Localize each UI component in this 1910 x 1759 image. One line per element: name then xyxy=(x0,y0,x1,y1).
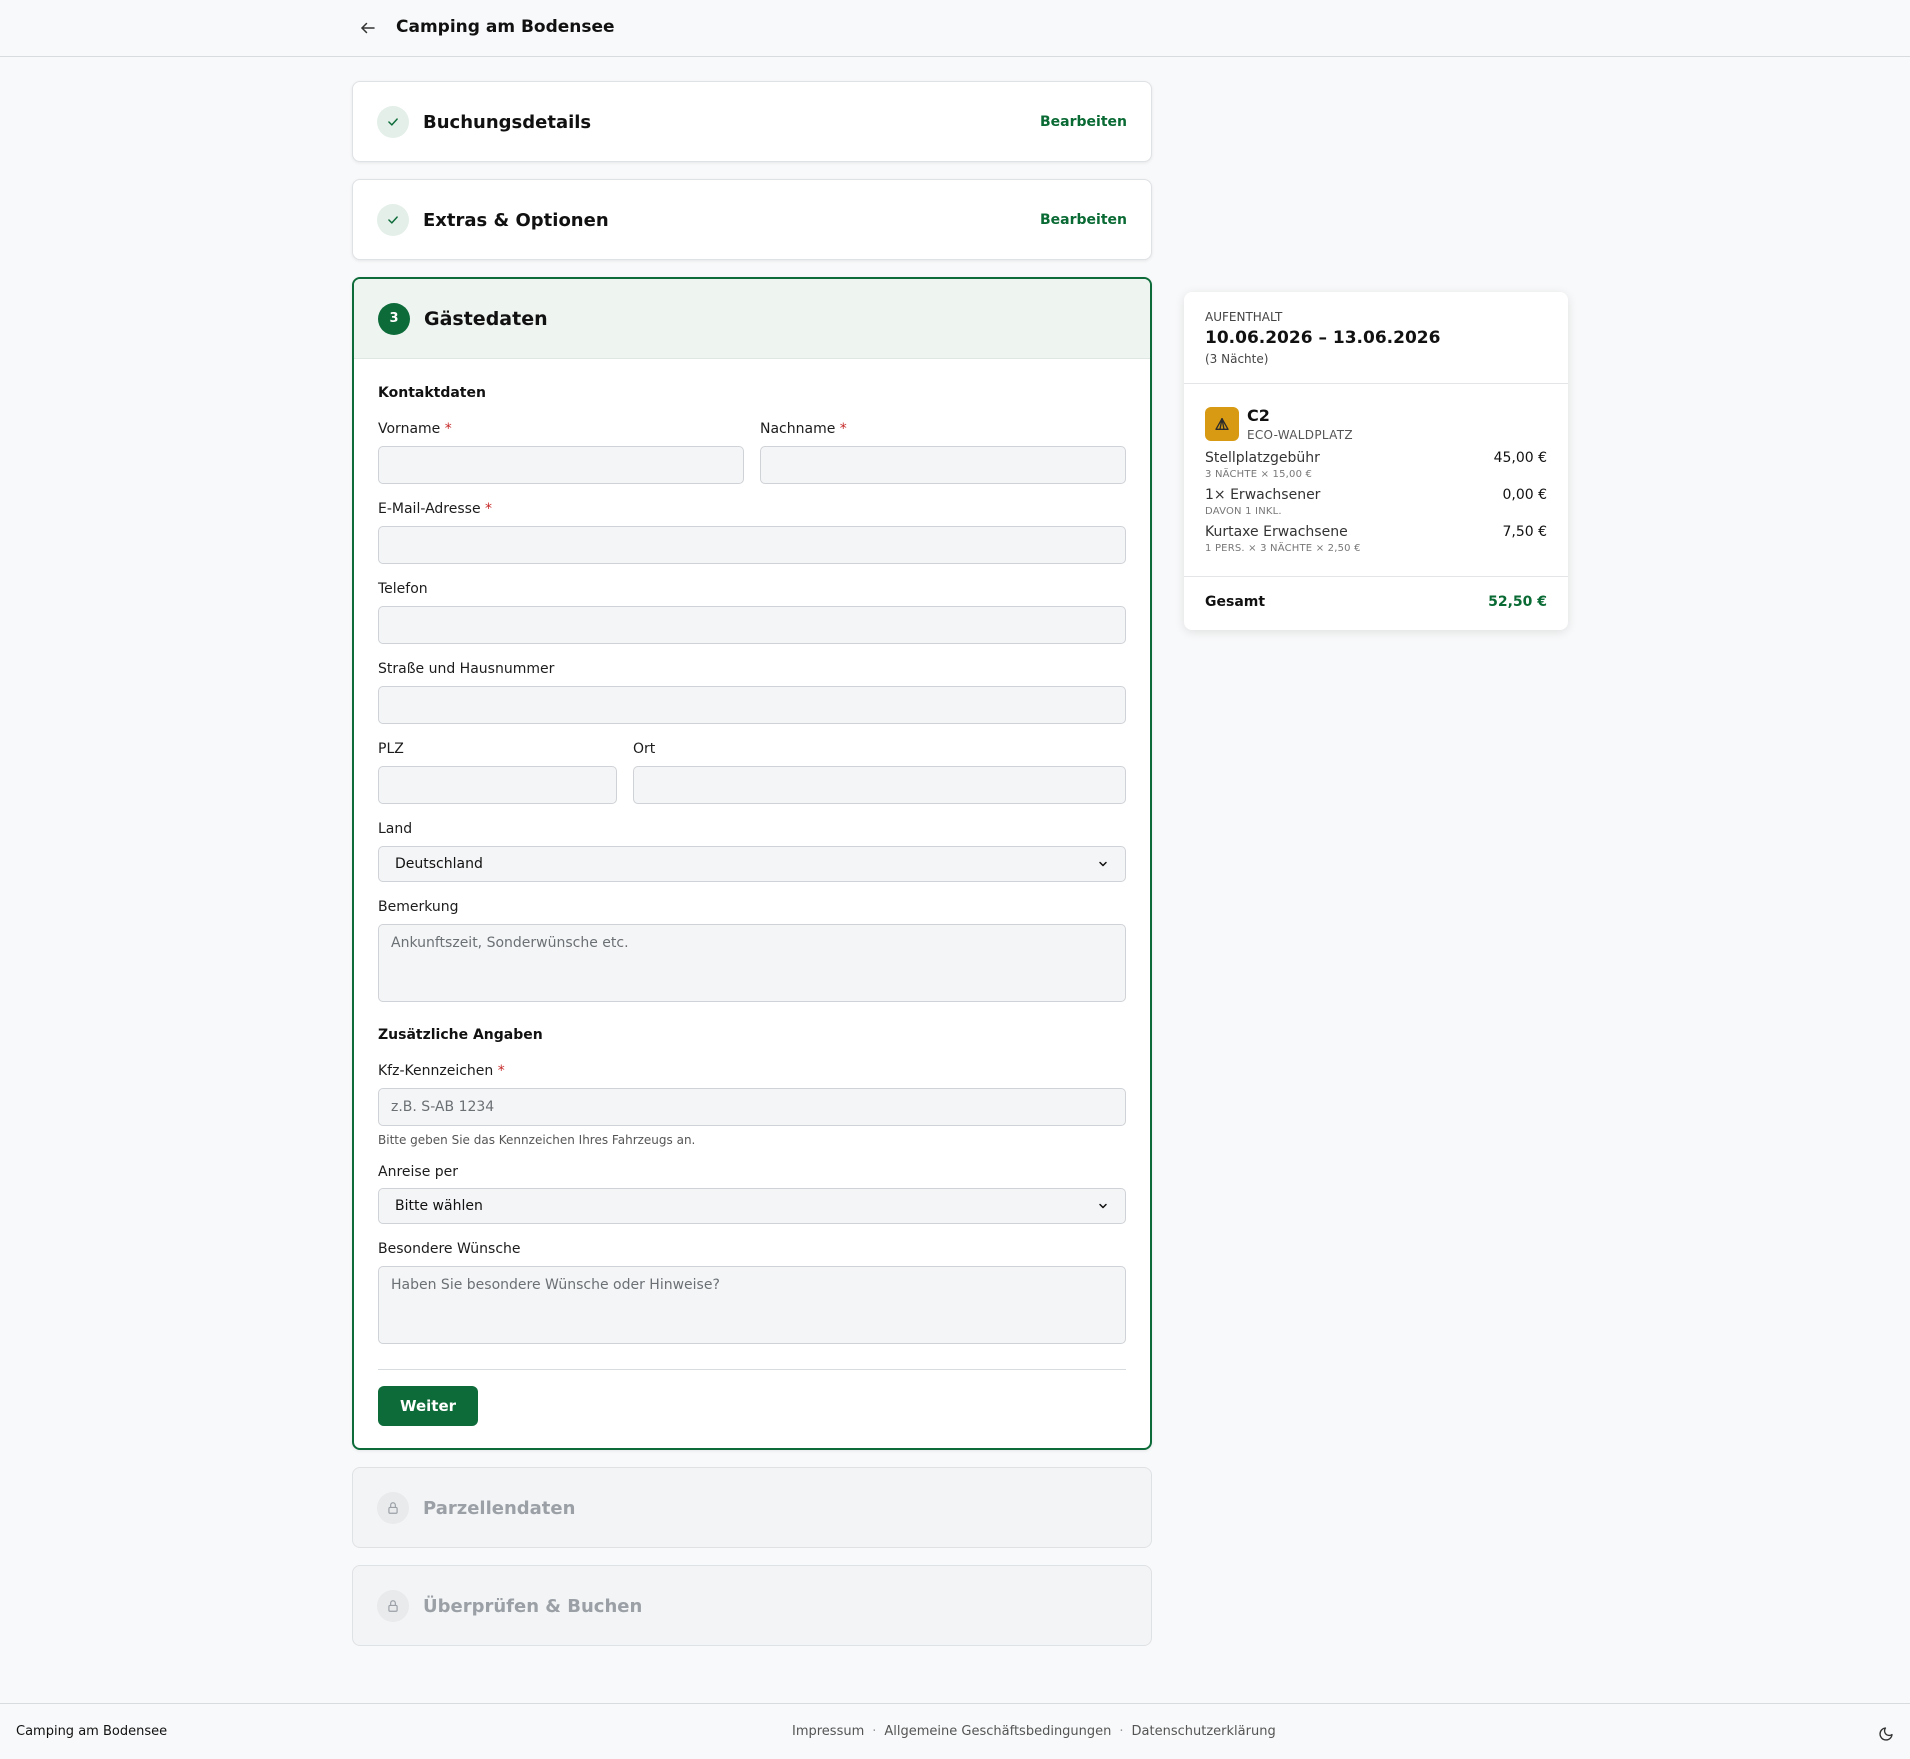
step-review: Überprüfen & Buchen xyxy=(352,1565,1152,1646)
moon-icon xyxy=(1879,1727,1893,1741)
line-item-label: Kurtaxe Erwachsene xyxy=(1205,524,1348,540)
firstname-input[interactable] xyxy=(378,446,744,484)
total-label: Gesamt xyxy=(1205,594,1266,610)
plate-hint: Bitte geben Sie das Kennzeichen Ihres Fa… xyxy=(378,1133,696,1147)
step-booking-details: Buchungsdetails Bearbeiten xyxy=(352,81,1152,162)
firstname-label: Vorname * xyxy=(378,421,452,437)
plate-input[interactable]: z.B. S-AB 1234 xyxy=(378,1088,1126,1126)
arrival-label: Anreise per xyxy=(378,1164,459,1180)
footer-brand: Camping am Bodensee xyxy=(16,1724,168,1739)
tent-icon xyxy=(1205,407,1239,441)
wishes-textarea[interactable]: Haben Sie besondere Wünsche oder Hinweis… xyxy=(378,1266,1126,1344)
summary-divider xyxy=(1184,383,1568,384)
line-item-label: Stellplatzgebühr xyxy=(1205,450,1320,466)
required-mark: * xyxy=(485,501,493,517)
pitch-name: C2 xyxy=(1247,406,1270,425)
chevron-down-icon xyxy=(1099,861,1107,867)
step-title: Gästedaten xyxy=(424,307,548,330)
arrival-value: Bitte wählen xyxy=(395,1198,483,1214)
edit-extras-button[interactable]: Bearbeiten xyxy=(1040,212,1127,228)
arrow-left-icon xyxy=(361,22,375,34)
remark-label: Bemerkung xyxy=(378,899,459,915)
page-title: Camping am Bodensee xyxy=(396,17,615,37)
footer: Camping am Bodensee Impressum · Allgemei… xyxy=(0,1703,1910,1759)
line-item-price: 7,50 € xyxy=(1502,524,1547,540)
required-mark: * xyxy=(444,421,452,437)
form-divider xyxy=(378,1369,1126,1370)
lastname-label-text: Nachname xyxy=(760,421,836,437)
lock-icon xyxy=(377,1492,409,1524)
line-item-sub: 1 PERS. × 3 NÄCHTE × 2,50 € xyxy=(1205,543,1361,554)
required-mark: * xyxy=(839,421,847,437)
phone-input[interactable] xyxy=(378,606,1126,644)
street-label: Straße und Hausnummer xyxy=(378,661,555,677)
total-value: 52,50 € xyxy=(1488,594,1547,610)
line-item-sub: DAVON 1 INKL. xyxy=(1205,506,1282,517)
edit-booking-button[interactable]: Bearbeiten xyxy=(1040,114,1127,130)
privacy-link[interactable]: Datenschutzerklärung xyxy=(1132,1724,1276,1739)
lock-icon xyxy=(377,1590,409,1622)
booking-summary: AUFENTHALT 10.06.2026 – 13.06.2026 (3 Nä… xyxy=(1184,292,1568,630)
section-contact-title: Kontaktdaten xyxy=(378,385,486,401)
step-title: Überprüfen & Buchen xyxy=(423,1595,643,1617)
lastname-input[interactable] xyxy=(760,446,1126,484)
step-title: Buchungsdetails xyxy=(423,111,592,133)
section-additional-title: Zusätzliche Angaben xyxy=(378,1027,543,1043)
wishes-label: Besondere Wünsche xyxy=(378,1241,521,1257)
agb-link[interactable]: Allgemeine Geschäftsbedingungen xyxy=(884,1724,1111,1739)
step-pitch-data: Parzellendaten xyxy=(352,1467,1152,1548)
step-number: 3 xyxy=(378,302,410,335)
country-label: Land xyxy=(378,821,413,837)
line-item-price: 0,00 € xyxy=(1502,487,1547,503)
theme-toggle-button[interactable] xyxy=(1878,1726,1894,1742)
phone-label: Telefon xyxy=(378,581,428,597)
plate-label-text: Kfz-Kennzeichen xyxy=(378,1063,494,1079)
chevron-down-icon xyxy=(1099,1203,1107,1209)
back-button[interactable] xyxy=(355,15,381,41)
firstname-label-text: Vorname xyxy=(378,421,441,437)
stay-nights: (3 Nächte) xyxy=(1205,352,1269,366)
email-input[interactable] xyxy=(378,526,1126,564)
line-item-sub: 3 NÄCHTE × 15,00 € xyxy=(1205,469,1313,480)
check-icon xyxy=(377,106,409,138)
street-input[interactable] xyxy=(378,686,1126,724)
zip-input[interactable] xyxy=(378,766,617,804)
remark-textarea[interactable]: Ankunftszeit, Sonderwünsche etc. xyxy=(378,924,1126,1002)
country-select[interactable]: Deutschland xyxy=(378,846,1126,882)
plate-label: Kfz-Kennzeichen * xyxy=(378,1063,505,1079)
stay-dates: 10.06.2026 – 13.06.2026 xyxy=(1205,328,1441,348)
step-title: Parzellendaten xyxy=(423,1497,576,1519)
email-label-text: E-Mail-Adresse xyxy=(378,501,481,517)
impressum-link[interactable]: Impressum xyxy=(792,1724,864,1739)
email-label: E-Mail-Adresse * xyxy=(378,501,492,517)
line-item-label: 1× Erwachsener xyxy=(1205,487,1321,503)
top-bar: Camping am Bodensee xyxy=(0,0,1910,57)
line-item-price: 45,00 € xyxy=(1493,450,1547,466)
separator: · xyxy=(872,1724,877,1739)
step-extras: Extras & Optionen Bearbeiten xyxy=(352,179,1152,260)
step-title: Extras & Optionen xyxy=(423,209,609,231)
lastname-label: Nachname * xyxy=(760,421,847,437)
summary-divider xyxy=(1184,576,1568,577)
separator: · xyxy=(1119,1724,1124,1739)
pitch-type: ECO-WALDPLATZ xyxy=(1247,428,1353,442)
check-icon xyxy=(377,204,409,236)
stay-label: AUFENTHALT xyxy=(1205,310,1283,324)
zip-label: PLZ xyxy=(378,741,404,757)
country-value: Deutschland xyxy=(395,856,483,872)
step-guest-data: 3 Gästedaten Kontaktdaten Vorname * Nach… xyxy=(352,277,1152,1450)
arrival-select[interactable]: Bitte wählen xyxy=(378,1188,1126,1224)
city-input[interactable] xyxy=(633,766,1126,804)
footer-links: Impressum · Allgemeine Geschäftsbedingun… xyxy=(792,1724,1276,1739)
city-label: Ort xyxy=(633,741,656,757)
next-button[interactable]: Weiter xyxy=(378,1386,478,1426)
required-mark: * xyxy=(497,1063,505,1079)
